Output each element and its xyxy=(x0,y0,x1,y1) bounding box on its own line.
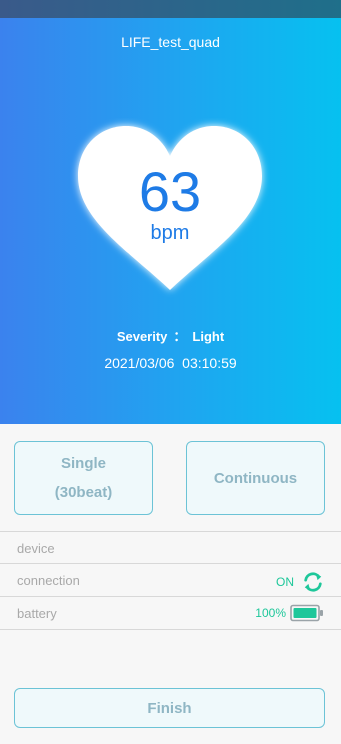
connection-row: connection ON xyxy=(0,564,341,597)
device-row: device xyxy=(0,532,341,564)
single-mode-sublabel: (30beat) xyxy=(54,484,113,501)
battery-label: battery xyxy=(17,606,57,621)
battery-status: 100% xyxy=(255,604,324,622)
device-label: device xyxy=(17,541,55,556)
bpm-value: 63 xyxy=(138,160,202,223)
bpm-unit: bpm xyxy=(150,222,190,244)
measurement-timestamp: 2021/03/06 03:10:59 xyxy=(104,355,237,371)
battery-value: 100% xyxy=(255,606,286,620)
severity-label: Severity xyxy=(116,329,168,344)
severity-row: Severity ： Light xyxy=(0,326,341,345)
status-bar xyxy=(0,0,341,18)
finish-button[interactable]: Finish xyxy=(14,688,325,728)
connection-value: ON xyxy=(276,575,294,589)
severity-separator: ： xyxy=(173,329,187,344)
heart-display: 63 bpm xyxy=(70,118,270,298)
device-name-title: LIFE_test_quad xyxy=(121,34,220,50)
battery-full-icon xyxy=(290,604,323,622)
continuous-mode-button[interactable]: Continuous xyxy=(186,441,325,515)
heart-rate-panel: LIFE_test_quad 63 bpm Severity ： Light 202… xyxy=(0,18,341,424)
single-mode-label: Single xyxy=(60,455,106,472)
battery-row: battery 100% xyxy=(0,597,341,630)
sync-icon[interactable] xyxy=(302,571,324,593)
continuous-mode-label: Continuous xyxy=(213,469,298,487)
connection-label: connection xyxy=(17,573,80,588)
connection-status: ON xyxy=(276,571,324,593)
severity-value: Light xyxy=(192,329,225,344)
device-info-list: device connection ON battery 100% xyxy=(0,531,341,630)
single-mode-button[interactable]: Single (30beat) xyxy=(14,441,153,515)
